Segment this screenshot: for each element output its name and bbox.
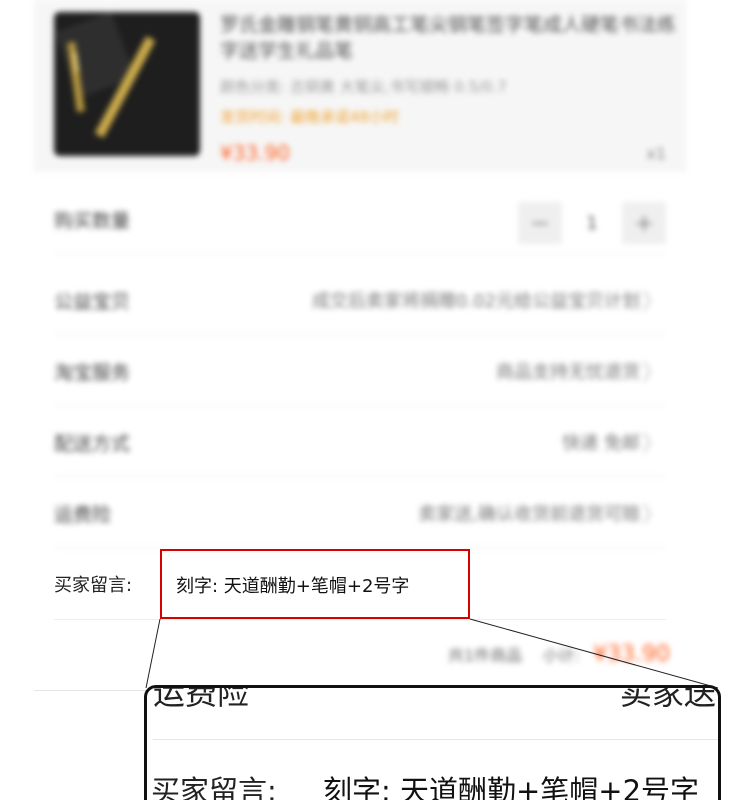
- delivery-value: 快递 免邮: [562, 433, 640, 454]
- chevron-right-icon: 〉: [641, 361, 664, 386]
- row-delivery[interactable]: 配送方式 快递 免邮 〉: [54, 407, 666, 477]
- divider: [54, 619, 666, 620]
- decrement-button[interactable]: −: [518, 202, 562, 244]
- zoom-message-text: 刻字: 天道酬勤+笔帽+2号字: [323, 774, 700, 800]
- chevron-right-icon: 〉: [641, 290, 664, 315]
- row-freight-insurance[interactable]: 运费险 卖家送,确认收货前退货可赔 〉: [54, 478, 666, 548]
- zoom-callout: 运费险 卖家送,确 买家留言: 刻字: 天道酬勤+笔帽+2号字: [144, 685, 721, 800]
- chevron-right-icon: 〉: [641, 503, 664, 528]
- zoom-prev-value: 卖家送,确: [619, 685, 718, 712]
- buyer-message-input[interactable]: 刻字: 天道酬勤+笔帽+2号字: [176, 572, 409, 598]
- service-label: 淘宝服务: [54, 362, 131, 384]
- buyer-message-label: 买家留言:: [54, 575, 133, 596]
- order-summary: 共1件商品 小计: ¥33.90: [448, 642, 670, 667]
- product-price: ¥33.90: [220, 141, 290, 165]
- delivery-label: 配送方式: [54, 433, 131, 455]
- subtotal-label: 小计:: [542, 646, 580, 665]
- pen-image-icon: [54, 12, 200, 156]
- divider: [153, 739, 718, 740]
- quantity-value[interactable]: 1: [562, 213, 622, 234]
- row-charity[interactable]: 公益宝贝 成交后卖家将捐赠0.02元给公益宝贝计划 〉: [54, 265, 666, 335]
- increment-button[interactable]: +: [622, 202, 666, 244]
- quantity-row: 购买数量 − 1 +: [54, 184, 666, 254]
- buyer-message-highlight[interactable]: 刻字: 天道酬勤+笔帽+2号字: [160, 549, 470, 619]
- product-qty: x1: [646, 144, 666, 163]
- shipping-promise: 发货时间: 最晚承诺48小时: [220, 108, 399, 126]
- quantity-stepper[interactable]: − 1 +: [518, 202, 666, 244]
- charity-label: 公益宝贝: [54, 291, 131, 313]
- quantity-label: 购买数量: [54, 210, 131, 232]
- zoom-prev-label: 运费险: [153, 685, 250, 712]
- item-count: 共1件商品: [447, 646, 523, 665]
- product-title[interactable]: 罗氏金雕钢笔黄铜高工笔尖钢笔签字笔成人硬笔书法练字送学生礼品笔: [220, 12, 680, 64]
- freight-insurance-value: 卖家送,确认收货前退货可赔: [418, 504, 640, 525]
- zoom-message-label: 买家留言:: [151, 774, 277, 800]
- charity-value: 成交后卖家将捐赠0.02元给公益宝贝计划: [311, 291, 640, 312]
- freight-insurance-label: 运费险: [54, 504, 112, 526]
- product-card[interactable]: 罗氏金雕钢笔黄铜高工笔尖钢笔签字笔成人硬笔书法练字送学生礼品笔 颜色分类: 古铜…: [34, 0, 686, 172]
- product-thumbnail[interactable]: [54, 12, 200, 156]
- service-value: 商品支持无忧退货: [496, 362, 640, 383]
- subtotal-price: ¥33.90: [593, 642, 670, 667]
- row-service[interactable]: 淘宝服务 商品支持无忧退货 〉: [54, 336, 666, 406]
- chevron-right-icon: 〉: [641, 432, 664, 457]
- product-spec: 颜色分类: 古铜黄 大笔尖,书写顺畅 0.5/0.7: [220, 78, 507, 96]
